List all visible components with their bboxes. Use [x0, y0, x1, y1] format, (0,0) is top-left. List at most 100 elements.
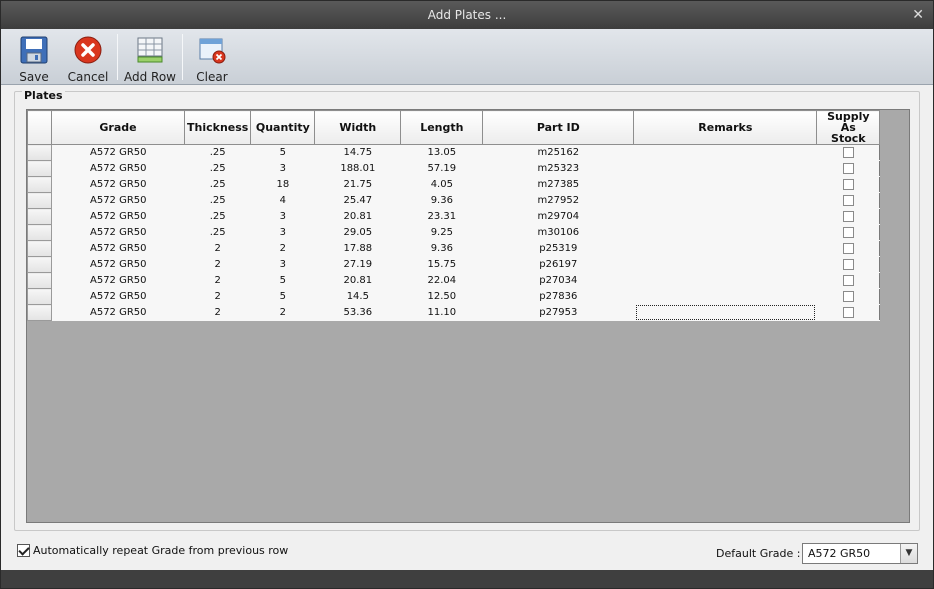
column-header-part-id[interactable]: Part ID [482, 110, 635, 145]
table-row[interactable]: A572 GR50 2 5 20.81 22.04 p27034 [27, 272, 881, 289]
cell-quantity[interactable]: 5 [250, 288, 315, 305]
table-row[interactable]: A572 GR50 2 5 14.5 12.50 p27836 [27, 288, 881, 305]
cell-remarks[interactable] [633, 160, 817, 177]
cell-quantity[interactable]: 2 [250, 304, 315, 321]
supply-as-stock-checkbox[interactable] [842, 146, 854, 158]
cell-thickness[interactable]: .25 [184, 224, 251, 241]
cell-width[interactable]: 53.36 [314, 304, 401, 321]
cell-length[interactable]: 13.05 [400, 144, 483, 161]
cell-thickness[interactable]: 2 [184, 304, 251, 321]
cell-part-id[interactable]: m25323 [482, 160, 634, 177]
cell-width[interactable]: 17.88 [314, 240, 401, 257]
column-header-length[interactable]: Length [400, 110, 484, 145]
cell-grade[interactable]: A572 GR50 [51, 224, 185, 241]
checkbox-checked-icon[interactable] [17, 544, 30, 557]
row-header[interactable] [27, 144, 52, 161]
supply-as-stock-checkbox[interactable] [842, 178, 854, 190]
cell-remarks[interactable] [633, 176, 817, 193]
cell-thickness[interactable]: .25 [184, 192, 251, 209]
row-header[interactable] [27, 224, 52, 241]
cell-width[interactable]: 21.75 [314, 176, 401, 193]
table-row[interactable]: A572 GR50 2 2 17.88 9.36 p25319 [27, 240, 881, 257]
cell-length[interactable]: 9.36 [400, 240, 483, 257]
cell-thickness[interactable]: .25 [184, 160, 251, 177]
cell-thickness[interactable]: 2 [184, 256, 251, 273]
table-row[interactable]: A572 GR50.25 5 14.75 13.05 m25162 [27, 144, 881, 161]
cell-grade[interactable]: A572 GR50 [51, 144, 185, 161]
table-row[interactable]: A572 GR50.25 3 188.01 57.19 m25323 [27, 160, 881, 177]
save-button[interactable]: Save [11, 32, 57, 84]
cell-grade[interactable]: A572 GR50 [51, 272, 185, 289]
cell-length[interactable]: 22.04 [400, 272, 483, 289]
supply-as-stock-checkbox[interactable] [842, 274, 854, 286]
supply-as-stock-checkbox[interactable] [842, 194, 854, 206]
cell-remarks[interactable] [633, 208, 817, 225]
cell-quantity[interactable]: 3 [250, 160, 315, 177]
cell-width[interactable]: 25.47 [314, 192, 401, 209]
cell-part-id[interactable]: p25319 [482, 240, 634, 257]
cell-width[interactable]: 20.81 [314, 208, 401, 225]
cell-thickness[interactable]: .25 [184, 208, 251, 225]
cell-thickness[interactable]: .25 [184, 176, 251, 193]
column-header-supply-as-stock[interactable]: Supply As Stock [816, 110, 881, 145]
default-grade-select[interactable]: A572 GR50 ▼ [802, 543, 918, 564]
cell-thickness[interactable]: .25 [184, 144, 251, 161]
row-header[interactable] [27, 272, 52, 289]
cell-remarks[interactable] [633, 288, 817, 305]
cell-remarks[interactable] [633, 192, 817, 209]
row-header[interactable] [27, 192, 52, 209]
cell-grade[interactable]: A572 GR50 [51, 208, 185, 225]
cell-part-id[interactable]: p26197 [482, 256, 634, 273]
cell-part-id[interactable]: m29704 [482, 208, 634, 225]
row-header[interactable] [27, 176, 52, 193]
cell-quantity[interactable]: 3 [250, 256, 315, 273]
cell-remarks[interactable] [633, 304, 817, 321]
table-row[interactable]: A572 GR50.25 3 20.81 23.31 m29704 [27, 208, 881, 225]
clear-button[interactable]: Clear [189, 32, 235, 84]
cell-length[interactable]: 57.19 [400, 160, 483, 177]
row-header[interactable] [27, 256, 52, 273]
cell-part-id[interactable]: m27385 [482, 176, 634, 193]
cell-quantity[interactable]: 3 [250, 208, 315, 225]
cell-length[interactable]: 4.05 [400, 176, 483, 193]
supply-as-stock-checkbox[interactable] [842, 290, 854, 302]
cell-thickness[interactable]: 2 [184, 288, 251, 305]
cell-grade[interactable]: A572 GR50 [51, 160, 185, 177]
cell-length[interactable]: 23.31 [400, 208, 483, 225]
close-icon[interactable]: ✕ [912, 1, 924, 29]
supply-as-stock-checkbox[interactable] [842, 306, 854, 318]
cell-part-id[interactable]: p27953 [482, 304, 634, 321]
table-row[interactable]: A572 GR50 2 3 27.19 15.75 p26197 [27, 256, 881, 273]
cell-part-id[interactable]: p27034 [482, 272, 634, 289]
cell-grade[interactable]: A572 GR50 [51, 288, 185, 305]
cell-width[interactable]: 27.19 [314, 256, 401, 273]
cancel-button[interactable]: Cancel [65, 32, 111, 84]
chevron-down-icon[interactable]: ▼ [900, 544, 917, 563]
plates-grid[interactable]: Grade Thickness Quantity Width Length Pa… [26, 109, 910, 523]
supply-as-stock-checkbox[interactable] [842, 162, 854, 174]
table-row[interactable]: A572 GR50.25 18 21.75 4.05 m27385 [27, 176, 881, 193]
cell-width[interactable]: 14.5 [314, 288, 401, 305]
cell-part-id[interactable]: m30106 [482, 224, 634, 241]
column-header-quantity[interactable]: Quantity [250, 110, 316, 145]
table-row[interactable]: A572 GR50.25 4 25.47 9.36 m27952 [27, 192, 881, 209]
row-header[interactable] [27, 288, 52, 305]
cell-quantity[interactable]: 5 [250, 272, 315, 289]
column-header-remarks[interactable]: Remarks [633, 110, 818, 145]
cell-thickness[interactable]: 2 [184, 272, 251, 289]
cell-quantity[interactable]: 2 [250, 240, 315, 257]
table-row[interactable]: A572 GR50 2 2 53.36 11.10 p27953 [27, 304, 881, 321]
cell-length[interactable]: 9.36 [400, 192, 483, 209]
cell-width[interactable]: 14.75 [314, 144, 401, 161]
supply-as-stock-checkbox[interactable] [842, 242, 854, 254]
cell-remarks[interactable] [633, 144, 817, 161]
remarks-edit-field[interactable] [635, 305, 815, 320]
cell-length[interactable]: 11.10 [400, 304, 483, 321]
table-row[interactable]: A572 GR50.25 3 29.05 9.25 m30106 [27, 224, 881, 241]
cell-remarks[interactable] [633, 240, 817, 257]
cell-quantity[interactable]: 5 [250, 144, 315, 161]
supply-as-stock-checkbox[interactable] [842, 210, 854, 222]
cell-width[interactable]: 20.81 [314, 272, 401, 289]
cell-remarks[interactable] [633, 224, 817, 241]
cell-remarks[interactable] [633, 256, 817, 273]
